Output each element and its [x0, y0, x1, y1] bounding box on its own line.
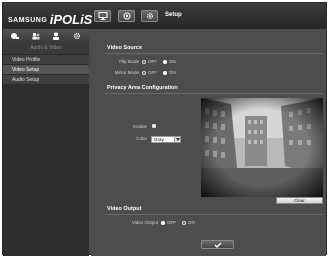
app-window: SAMSUNG iPOLiS Setup Audio & Video Video…	[2, 2, 327, 256]
sidebar-icon-bar	[3, 29, 89, 42]
mirror-mode-radio-group: OFF ON	[142, 70, 180, 75]
checkmark-icon	[214, 242, 221, 248]
video-source-title: Video Source	[107, 45, 143, 51]
sidebar-tab-video[interactable]	[10, 31, 21, 40]
sidebar-tab-system[interactable]	[71, 31, 82, 40]
video-output-off-label: OFF	[167, 220, 176, 225]
flip-mode-off-radio[interactable]	[142, 59, 146, 64]
monitor-icon	[98, 12, 107, 20]
chevron-down-icon	[174, 137, 180, 142]
privacy-title: Privacy Area Configuration	[107, 85, 178, 91]
video-output-on-radio[interactable]	[182, 220, 186, 225]
playback-button[interactable]	[118, 10, 135, 22]
enable-checkbox[interactable]	[152, 124, 156, 128]
setup-button[interactable]	[141, 10, 158, 22]
camera-lens-icon	[123, 12, 130, 20]
clear-button[interactable]: Clear	[276, 197, 323, 204]
sidebar-heading: Audio & Video	[3, 42, 89, 54]
camera-preview-scene	[201, 98, 323, 197]
logo-prefix: SAMSUNG	[8, 17, 48, 24]
video-output-on-label: ON	[188, 220, 195, 225]
sidebar-item-label: Video Setup	[12, 66, 40, 73]
page-title: Setup	[165, 12, 182, 18]
sidebar-item-video-profile[interactable]: Video Profile	[3, 54, 89, 64]
main-panel: Video Source Flip Mode OFF ON Mirror Mod…	[91, 29, 326, 256]
camera-icon	[11, 32, 20, 39]
sidebar-tab-user[interactable]	[51, 31, 62, 40]
sidebar-item-label: Audio Setup	[12, 76, 40, 83]
mirror-mode-off-label: OFF	[148, 70, 157, 75]
users-icon	[32, 32, 40, 39]
gear-icon	[146, 13, 153, 19]
sidebar-item-label: Video Profile	[12, 56, 41, 63]
flip-mode-radio-group: OFF ON	[142, 59, 180, 64]
logo-brand: iPOLiS	[49, 12, 93, 27]
divider	[105, 93, 323, 94]
gear-icon	[73, 32, 80, 39]
color-select-value: Gray	[154, 137, 164, 142]
apply-button[interactable]	[201, 240, 234, 249]
flip-mode-on-label: ON	[169, 59, 176, 64]
video-output-radio-group: OFF ON	[161, 220, 199, 225]
monitor-button[interactable]	[94, 10, 111, 22]
mirror-mode-on-label: ON	[169, 70, 176, 75]
video-output-off-radio[interactable]	[161, 220, 165, 225]
flip-mode-on-radio[interactable]	[163, 59, 167, 64]
color-label: Color	[136, 136, 147, 141]
sidebar: Audio & Video Video Profile Video Setup …	[3, 29, 89, 256]
person-icon	[53, 32, 60, 40]
flip-mode-label: Flip Mode	[119, 59, 139, 64]
enable-label: Enable	[132, 124, 147, 129]
mirror-mode-on-radio[interactable]	[163, 70, 167, 75]
divider	[105, 214, 323, 215]
privacy-preview-image[interactable]	[201, 98, 323, 197]
sidebar-item-video-setup[interactable]: Video Setup	[3, 64, 89, 74]
video-output-label: Video Output	[131, 220, 158, 225]
sidebar-tab-network[interactable]	[30, 31, 41, 40]
logo: SAMSUNG iPOLiS	[8, 10, 93, 27]
mirror-mode-off-radio[interactable]	[142, 70, 146, 75]
top-bar: SAMSUNG iPOLiS Setup	[3, 3, 326, 29]
sidebar-item-audio-setup[interactable]: Audio Setup	[3, 74, 89, 84]
mirror-mode-label: Mirror Mode	[114, 70, 139, 75]
video-output-title: Video Output	[107, 206, 142, 212]
divider	[105, 53, 323, 54]
flip-mode-off-label: OFF	[148, 59, 157, 64]
color-select[interactable]: Gray	[151, 136, 181, 143]
